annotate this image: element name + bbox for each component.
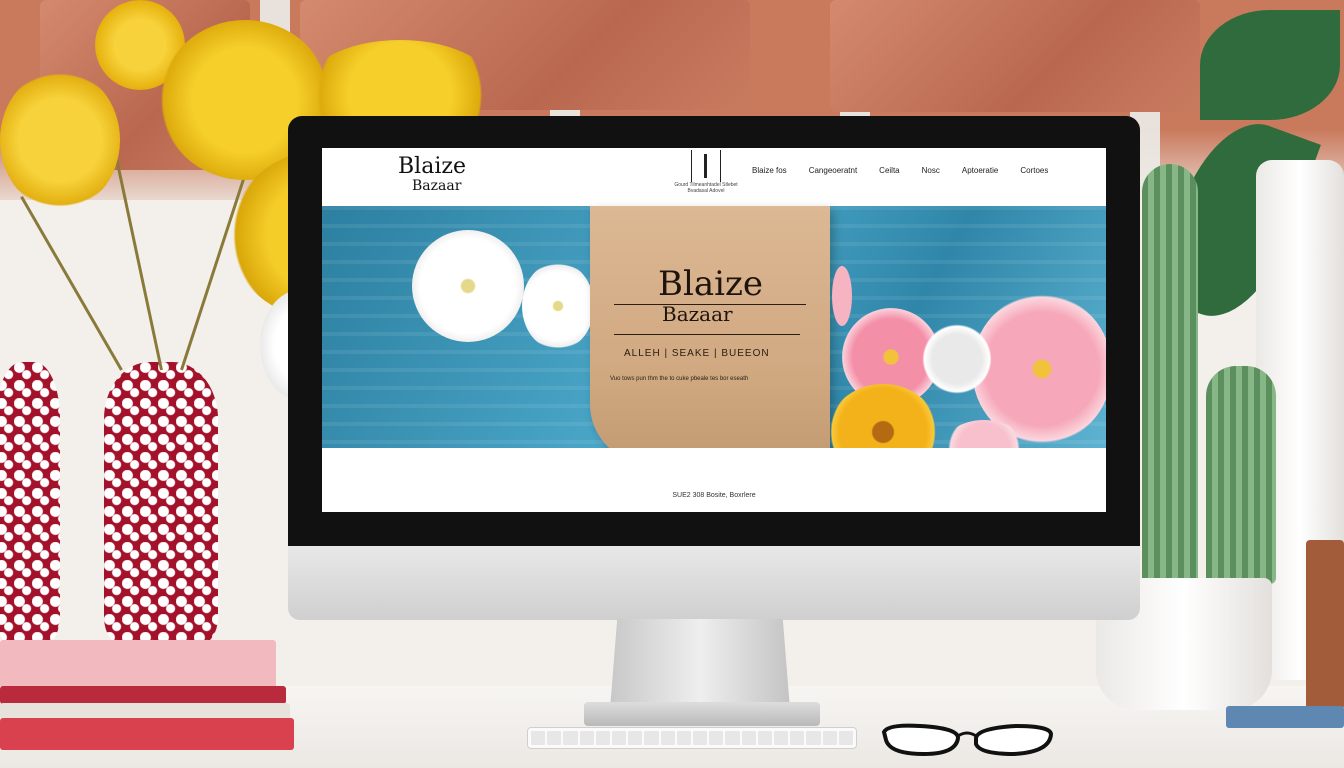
hero-links[interactable]: ALLEH | SEAKE | BUEEON bbox=[624, 348, 770, 359]
book-pink bbox=[0, 640, 276, 688]
eyeglasses-icon bbox=[881, 723, 1054, 757]
footer-text: SUE2 308 Bosite, Boxrlere bbox=[672, 492, 756, 499]
site-header: Blaize Bazaar Gourd Tilmeanhtadel Stlebe… bbox=[322, 148, 1106, 207]
brick bbox=[830, 0, 1200, 112]
keyboard[interactable] bbox=[527, 727, 857, 749]
emblem-icon bbox=[691, 150, 721, 182]
hero-banner: Blaize Bazaar ALLEH | SEAKE | BUEEON Vuo… bbox=[322, 206, 1106, 480]
wooden-board: Blaize Bazaar ALLEH | SEAKE | BUEEON Vuo… bbox=[590, 206, 830, 464]
cactus bbox=[1142, 164, 1198, 584]
emblem-tagline-2: Bvadasal Adovel bbox=[687, 188, 725, 194]
red-vase-left bbox=[0, 362, 60, 642]
imac-stand-foot bbox=[584, 702, 820, 726]
hero-title: Blaize bbox=[658, 264, 764, 304]
nav-item-6[interactable]: Cortoes bbox=[1020, 166, 1048, 175]
nav-item-4[interactable]: Nosc bbox=[922, 166, 940, 175]
book-cream bbox=[0, 703, 290, 719]
website-screen: Blaize Bazaar Gourd Tilmeanhtadel Stlebe… bbox=[322, 148, 1106, 512]
imac-stand bbox=[610, 619, 790, 709]
white-flower bbox=[412, 230, 524, 342]
nav-item-1[interactable]: Blaize fos bbox=[752, 166, 787, 175]
book-red bbox=[0, 686, 286, 704]
monstera-leaf bbox=[1200, 10, 1340, 120]
logo-main: Blaize bbox=[398, 154, 466, 179]
hero-description: Vuo tows pun thm the to cuke pbeale tes … bbox=[610, 376, 749, 382]
red-vase bbox=[104, 362, 218, 646]
footer-band bbox=[322, 448, 1106, 512]
book-red-bottom bbox=[0, 718, 294, 750]
imac-chin bbox=[288, 546, 1140, 620]
logo-sub: Bazaar bbox=[412, 178, 462, 194]
notebook-blue bbox=[1226, 706, 1344, 728]
emblem: Gourd Tilmeanhtadel Stlebet Bvadasal Ado… bbox=[674, 150, 738, 198]
white-flower bbox=[522, 262, 594, 350]
wooden-box bbox=[1306, 540, 1344, 710]
nav-item-2[interactable]: Cangeoeratnt bbox=[809, 166, 857, 175]
site-logo[interactable]: Blaize Bazaar bbox=[398, 154, 466, 195]
hero-subtitle: Bazaar bbox=[662, 302, 733, 326]
cactus bbox=[1206, 366, 1276, 584]
white-flower bbox=[922, 324, 992, 394]
main-nav: Blaize fos Cangeoeratnt Ceilta Nosc Apto… bbox=[752, 166, 1048, 175]
nav-item-5[interactable]: Aptoeratie bbox=[962, 166, 998, 175]
nav-item-3[interactable]: Ceilta bbox=[879, 166, 899, 175]
pink-flower bbox=[832, 266, 852, 326]
